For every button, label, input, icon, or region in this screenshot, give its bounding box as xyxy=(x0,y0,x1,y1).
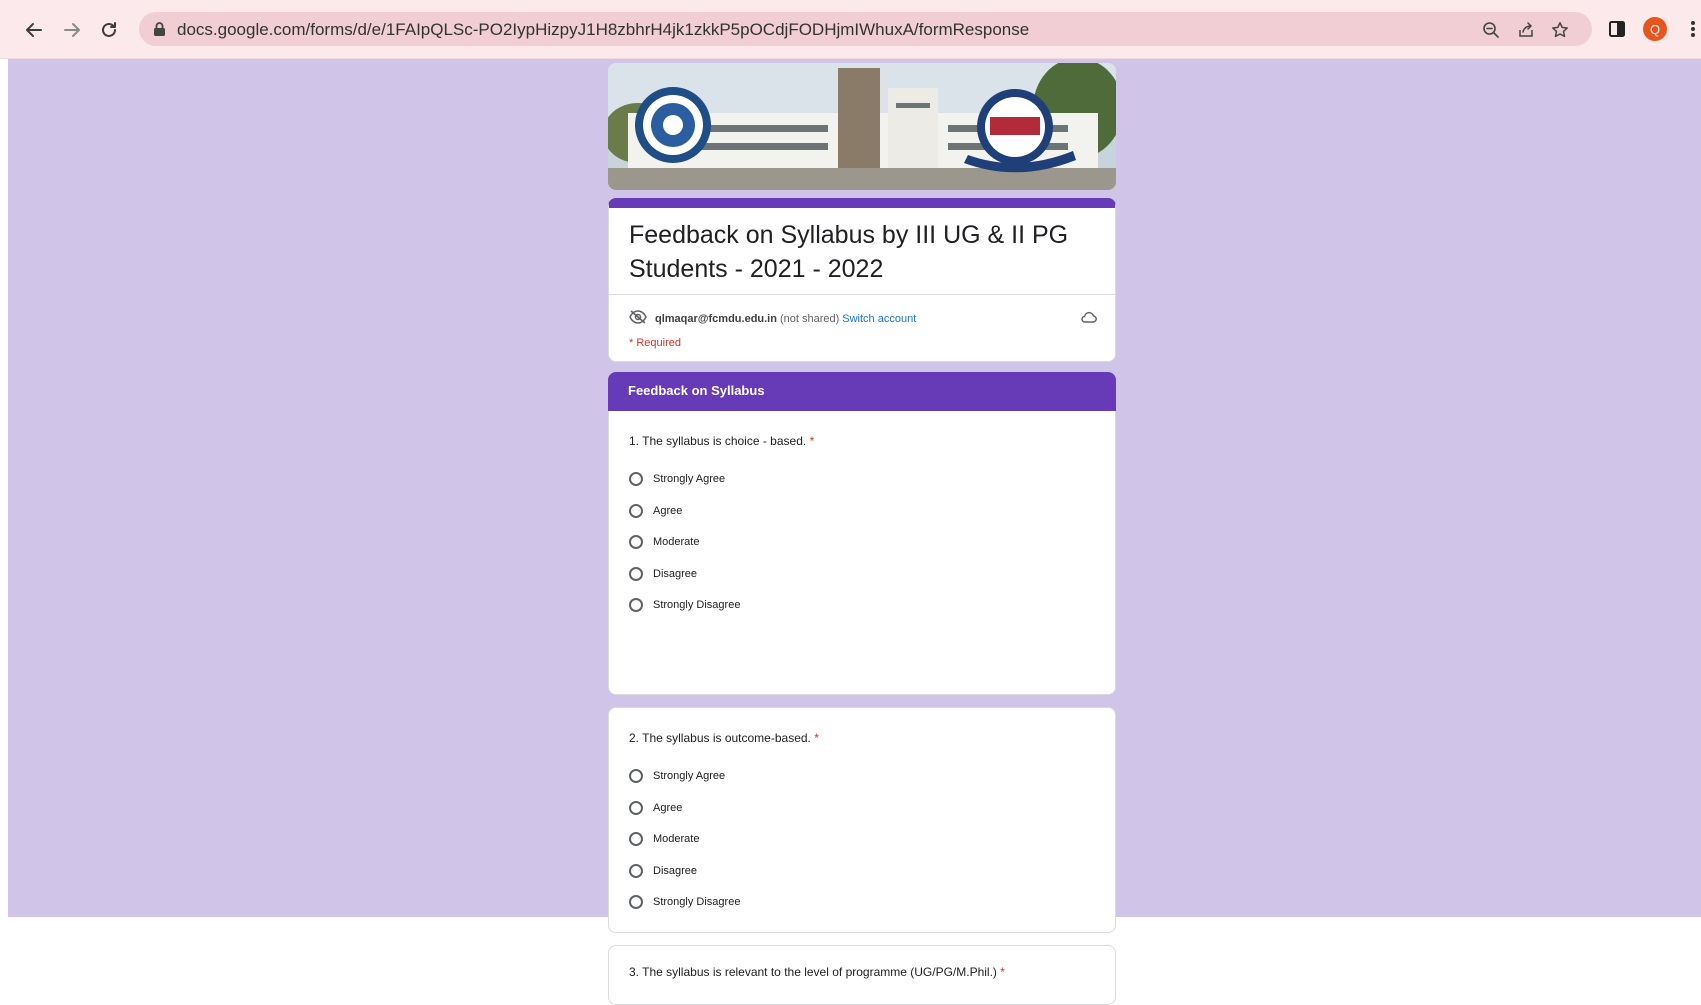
radio-button[interactable] xyxy=(629,566,643,581)
profile-avatar[interactable]: Q xyxy=(1643,17,1667,41)
radio-button[interactable] xyxy=(629,472,643,486)
radio-option[interactable]: Strongly Agree xyxy=(629,469,740,489)
form-title: Feedback on Syllabus by III UG & II PG S… xyxy=(629,221,1069,283)
radio-option[interactable]: Strongly Agree xyxy=(629,766,740,786)
radio-option[interactable]: Disagree xyxy=(629,564,740,584)
not-shared-label: (not shared) xyxy=(779,312,840,325)
account-row: qlmaqar@fcmdu.edu.in (not shared) Switch… xyxy=(629,310,916,327)
section-title: Feedback on Syllabus xyxy=(628,383,765,398)
forward-arrow-icon[interactable] xyxy=(58,16,86,44)
form-header-image xyxy=(608,63,1116,190)
eye-off-icon xyxy=(629,310,647,327)
form-title-card: Feedback on Syllabus by III UG & II PG S… xyxy=(608,198,1116,362)
options-list: Strongly Agree Agree Moderate Disagree S… xyxy=(629,766,740,924)
cloud-icon[interactable] xyxy=(1081,310,1097,329)
question-card-3: 3. The syllabus is relevant to the level… xyxy=(608,945,1116,1005)
required-asterisk: * xyxy=(814,731,819,745)
option-label: Disagree xyxy=(653,864,698,877)
option-label: Disagree xyxy=(653,567,698,580)
address-bar[interactable]: docs.google.com/forms/d/e/1FAIpQLSc-PO2I… xyxy=(139,12,1592,46)
radio-button[interactable] xyxy=(629,598,643,613)
radio-option[interactable]: Disagree xyxy=(629,861,740,881)
options-list: Strongly Agree Agree Moderate Disagree S… xyxy=(629,469,740,627)
form-page: Feedback on Syllabus by III UG & II PG S… xyxy=(8,59,1701,1005)
account-email: qlmaqar@fcmdu.edu.in xyxy=(655,312,777,325)
more-vert-icon[interactable] xyxy=(1686,16,1700,42)
radio-button[interactable] xyxy=(629,832,643,847)
required-asterisk: * xyxy=(809,434,815,448)
question-text: 2. The syllabus is outcome-based. * xyxy=(629,731,819,745)
radio-option[interactable]: Moderate xyxy=(629,532,740,552)
question-card-2: 2. The syllabus is outcome-based. * Stro… xyxy=(608,707,1116,933)
radio-option[interactable]: Strongly Disagree xyxy=(629,892,740,912)
back-arrow-icon[interactable] xyxy=(20,16,48,44)
radio-button[interactable] xyxy=(629,769,643,783)
option-label: Agree xyxy=(653,504,683,517)
option-label: Strongly Agree xyxy=(653,473,726,485)
required-asterisk: * xyxy=(1000,965,1005,979)
radio-option[interactable]: Moderate xyxy=(629,829,740,849)
radio-button[interactable] xyxy=(629,863,643,878)
radio-button[interactable] xyxy=(629,895,643,910)
option-label: Moderate xyxy=(653,833,700,846)
question-text: 3. The syllabus is relevant to the level… xyxy=(629,965,1005,979)
divider xyxy=(609,294,1115,295)
zoom-out-icon[interactable] xyxy=(1480,19,1502,41)
option-label: Strongly Disagree xyxy=(653,599,741,612)
radio-button[interactable] xyxy=(629,800,643,815)
question-card-1: 1. The syllabus is choice - based. * Str… xyxy=(608,411,1116,695)
star-icon[interactable] xyxy=(1549,19,1571,41)
radio-option[interactable]: Agree xyxy=(629,501,740,521)
switch-account-link[interactable]: Switch account xyxy=(842,313,916,325)
radio-button[interactable] xyxy=(629,535,643,550)
lock-icon[interactable] xyxy=(153,21,166,42)
url-text[interactable]: docs.google.com/forms/d/e/1FAIpQLSc-PO2I… xyxy=(177,20,1029,40)
option-label: Agree xyxy=(653,801,683,814)
option-label: Moderate xyxy=(653,536,700,549)
radio-option[interactable]: Agree xyxy=(629,798,740,818)
radio-option[interactable]: Strongly Disagree xyxy=(629,595,740,615)
radio-button[interactable] xyxy=(629,503,643,518)
question-text: 1. The syllabus is choice - based. * xyxy=(629,434,815,448)
required-note: * Required xyxy=(629,337,681,349)
side-panel-icon[interactable] xyxy=(1604,16,1630,42)
browser-toolbar: docs.google.com/forms/d/e/1FAIpQLSc-PO2I… xyxy=(0,0,1701,59)
reload-icon[interactable] xyxy=(95,16,123,44)
section-header: Feedback on Syllabus xyxy=(608,372,1116,411)
option-label: Strongly Disagree xyxy=(653,896,741,909)
share-icon[interactable] xyxy=(1515,19,1537,41)
option-label: Strongly Agree xyxy=(653,770,726,782)
